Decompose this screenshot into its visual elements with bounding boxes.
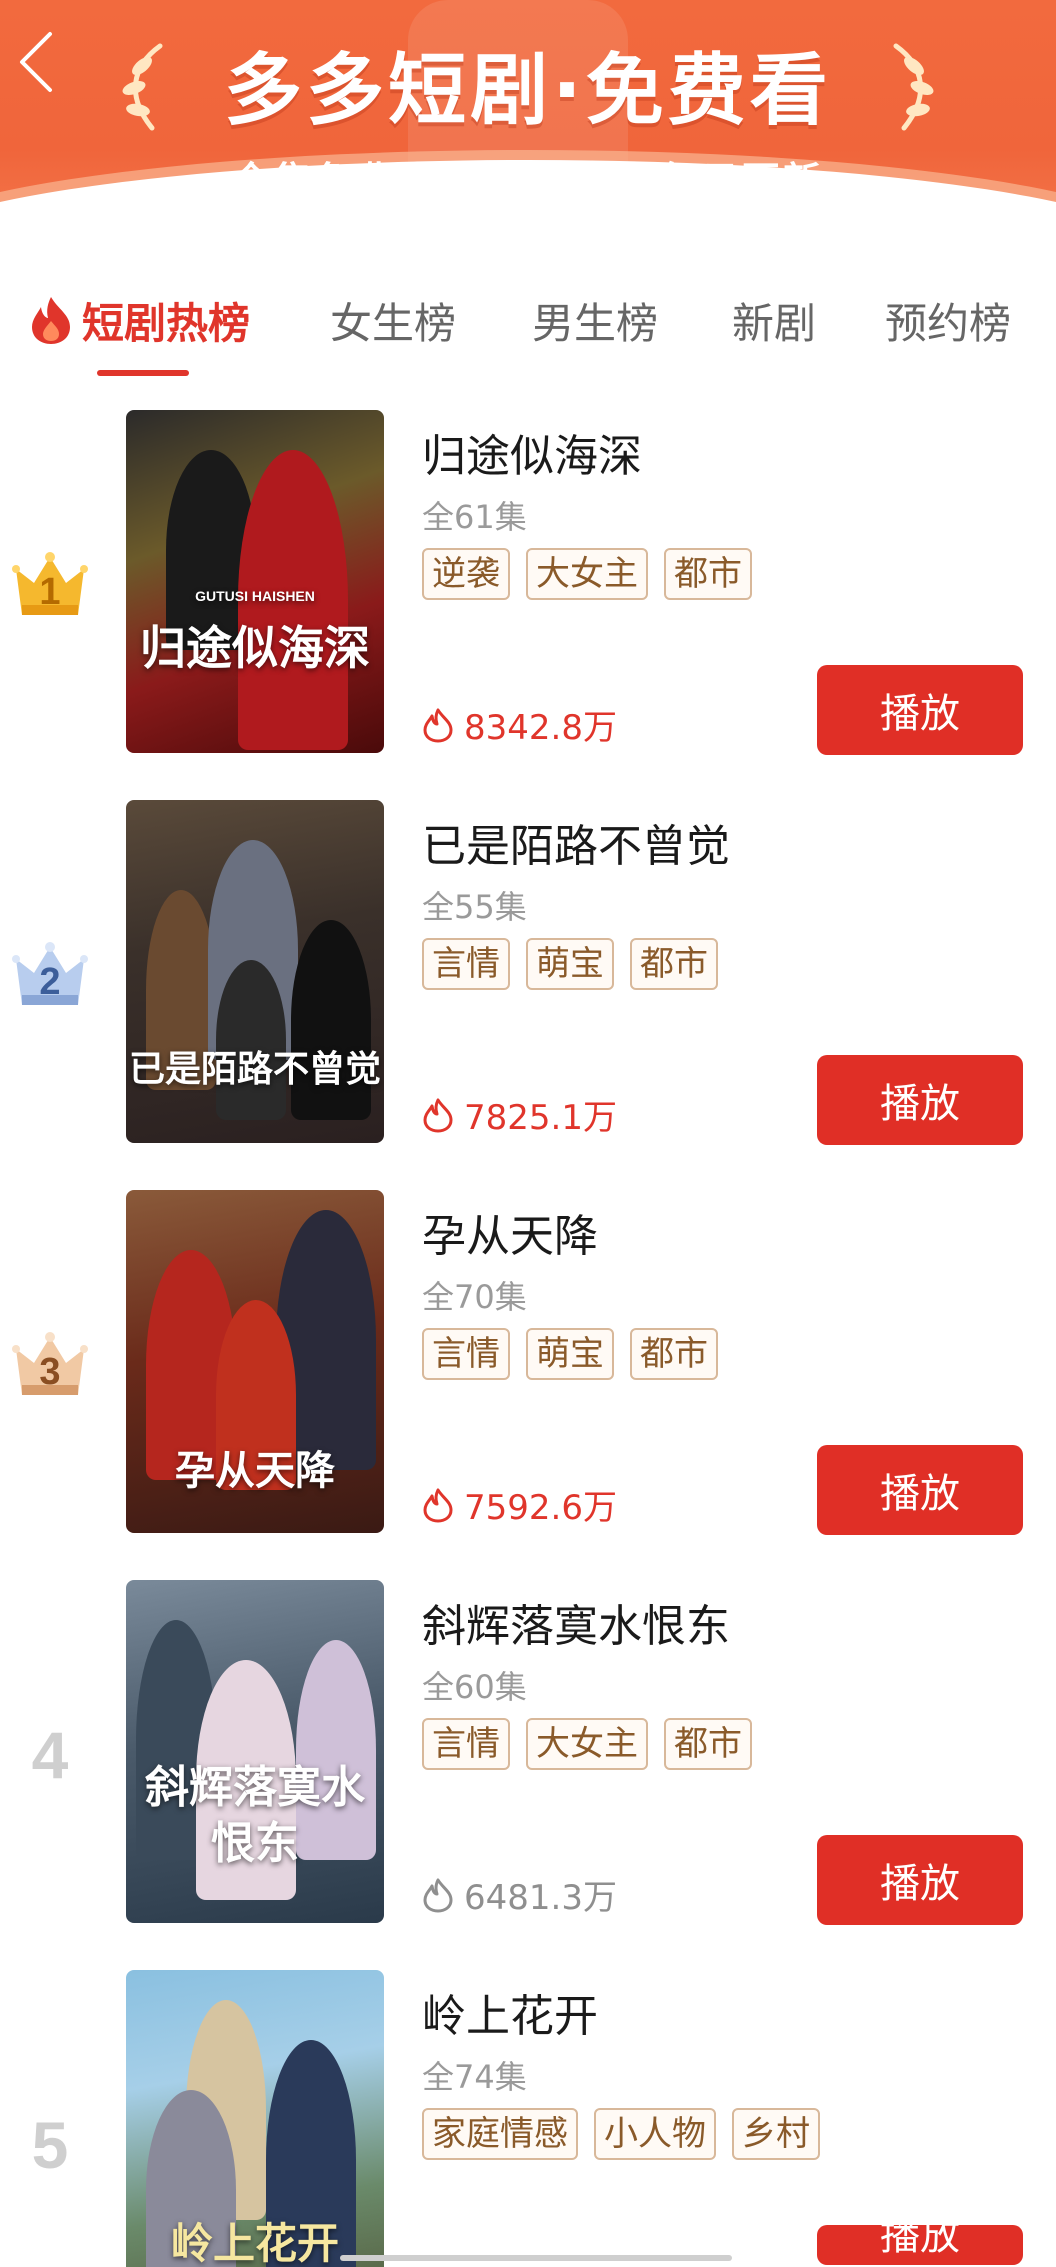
category-tabs: 短剧热榜 女生榜 男生榜 新剧 预约榜	[0, 290, 1056, 380]
play-button-label: 播放	[880, 2225, 960, 2259]
tag: 言情	[422, 1718, 510, 1770]
poster-title: 归途似海深	[140, 621, 370, 675]
rank-badge: 5	[10, 2105, 90, 2185]
play-button[interactable]: 播放	[817, 1835, 1023, 1925]
tab-label: 女生榜	[330, 298, 457, 348]
tag: 都市	[664, 1718, 752, 1770]
episode-count: 全60集	[422, 1668, 527, 1706]
tag-list: 言情 大女主 都市	[422, 1718, 752, 1770]
play-button[interactable]: 播放	[817, 1055, 1023, 1145]
rank-number: 5	[31, 2108, 69, 2182]
episode-count: 全74集	[422, 2058, 527, 2096]
tag: 都市	[630, 938, 718, 990]
list-item[interactable]: 3 孕从天降 孕从天降 全70集 言情 萌宝 都市 7592.6万 播放	[0, 1190, 1056, 1535]
drama-info: 斜辉落寞水恨东 全60集 言情 大女主 都市 6481.3万 播放	[422, 1580, 1032, 1925]
tab-male[interactable]: 男生榜	[532, 290, 658, 350]
play-button[interactable]: 播放	[817, 2225, 1023, 2265]
tab-new[interactable]: 新剧	[732, 290, 816, 350]
play-button[interactable]: 播放	[817, 1445, 1023, 1535]
poster-image[interactable]: 岭上花开	[126, 1970, 384, 2267]
gold-crown-icon: 1	[10, 549, 90, 621]
poster-image[interactable]: 归途似海深 GUTUSI HAISHEN	[126, 410, 384, 753]
tag: 言情	[422, 1328, 510, 1380]
rank-badge: 3	[10, 1325, 90, 1405]
episode-count: 全61集	[422, 498, 527, 536]
poster-subtitle: GUTUSI HAISHEN	[195, 588, 315, 604]
tab-label: 男生榜	[532, 298, 659, 348]
flame-outline-icon	[423, 1488, 453, 1522]
tag: 萌宝	[526, 1328, 614, 1380]
heat-count: 8342.8万	[422, 700, 617, 749]
heat-value: 7825.1万	[464, 1098, 617, 1138]
tab-label: 预约榜	[885, 298, 1012, 348]
silver-crown-icon: 2	[10, 939, 90, 1011]
list-item[interactable]: 1 归途似海深 GUTUSI HAISHEN 归途似海深 全61集 逆袭 大女主…	[0, 410, 1056, 755]
heat-value: 8342.8万	[464, 708, 617, 748]
tag: 逆袭	[422, 548, 510, 600]
heat-count: 7825.1万	[422, 1090, 617, 1139]
tab-reservation[interactable]: 预约榜	[885, 290, 1011, 350]
tab-hot-drama[interactable]: 短剧热榜	[28, 290, 250, 350]
drama-title[interactable]: 孕从天降	[422, 1200, 598, 1264]
list-item[interactable]: 2 已是陌路不曾觉 已是陌路不曾觉 全55集 言情 萌宝 都市 7825.1万	[0, 800, 1056, 1145]
tag: 小人物	[594, 2108, 716, 2160]
drama-title[interactable]: 斜辉落寞水恨东	[422, 1590, 730, 1654]
tag: 萌宝	[526, 938, 614, 990]
tag: 大女主	[526, 548, 648, 600]
tag-list: 言情 萌宝 都市	[422, 1328, 718, 1380]
poster-image[interactable]: 已是陌路不曾觉	[126, 800, 384, 1143]
tag: 大女主	[526, 1718, 648, 1770]
drama-info: 归途似海深 全61集 逆袭 大女主 都市 8342.8万 播放	[422, 410, 1032, 755]
home-indicator[interactable]	[340, 2255, 732, 2261]
heat-value: 7592.6万	[464, 1488, 617, 1528]
rank-number: 2	[39, 961, 61, 1003]
poster-title: 孕从天降	[175, 1447, 335, 1494]
tag: 家庭情感	[422, 2108, 578, 2160]
tab-female[interactable]: 女生榜	[330, 290, 456, 350]
tag: 都市	[630, 1328, 718, 1380]
heat-value: 6481.3万	[464, 1878, 617, 1918]
play-button[interactable]: 播放	[817, 665, 1023, 755]
bronze-crown-icon: 3	[10, 1329, 90, 1401]
drama-info: 已是陌路不曾觉 全55集 言情 萌宝 都市 7825.1万 播放	[422, 800, 1032, 1145]
header-banner: 多多短剧·免费看 全集免费 · 正版授权 · 每日更新	[0, 0, 1056, 250]
drama-info: 孕从天降 全70集 言情 萌宝 都市 7592.6万 播放	[422, 1190, 1032, 1535]
rank-badge: 2	[10, 935, 90, 1015]
tag-list: 言情 萌宝 都市	[422, 938, 718, 990]
episode-count: 全55集	[422, 888, 527, 926]
list-item[interactable]: 4 斜辉落寞水恨东 斜辉落寞水恨东 全60集 言情 大女主 都市 6481.3万…	[0, 1580, 1056, 1925]
drama-title[interactable]: 已是陌路不曾觉	[422, 810, 730, 874]
tag: 言情	[422, 938, 510, 990]
tag-list: 逆袭 大女主 都市	[422, 548, 752, 600]
tab-label: 新剧	[732, 298, 817, 348]
tab-label: 短剧热榜	[82, 298, 251, 348]
poster-title: 已是陌路不曾觉	[128, 1048, 381, 1090]
drama-info: 岭上花开 全74集 家庭情感 小人物 乡村 播放	[422, 1970, 1032, 2267]
flame-outline-icon	[423, 1098, 453, 1132]
drama-title[interactable]: 归途似海深	[422, 420, 642, 484]
episode-count: 全70集	[422, 1278, 527, 1316]
banner-title: 多多短剧·免费看	[224, 46, 832, 136]
list-item[interactable]: 5 岭上花开 岭上花开 全74集 家庭情感 小人物 乡村 播放	[0, 1970, 1056, 2267]
tag-list: 家庭情感 小人物 乡村	[422, 2108, 820, 2160]
rank-number: 4	[31, 1718, 69, 1792]
drama-title[interactable]: 岭上花开	[422, 1980, 598, 2044]
rank-badge: 4	[10, 1715, 90, 1795]
rank-number: 3	[39, 1351, 61, 1393]
heat-count: 7592.6万	[422, 1480, 617, 1529]
flame-outline-icon	[423, 708, 453, 742]
rank-badge: 1	[10, 545, 90, 625]
flame-outline-icon	[423, 1878, 453, 1912]
poster-image[interactable]: 孕从天降	[126, 1190, 384, 1533]
poster-title: 斜辉落寞水恨东	[145, 1762, 365, 1869]
flame-icon	[32, 297, 70, 344]
heat-count: 6481.3万	[422, 1870, 617, 1919]
tab-active-indicator	[97, 370, 189, 376]
rank-number: 1	[39, 571, 61, 613]
tag: 都市	[664, 548, 752, 600]
poster-image[interactable]: 斜辉落寞水恨东	[126, 1580, 384, 1923]
banner-subtitle: 全集免费 · 正版授权 · 每日更新	[232, 159, 824, 203]
tag: 乡村	[732, 2108, 820, 2160]
